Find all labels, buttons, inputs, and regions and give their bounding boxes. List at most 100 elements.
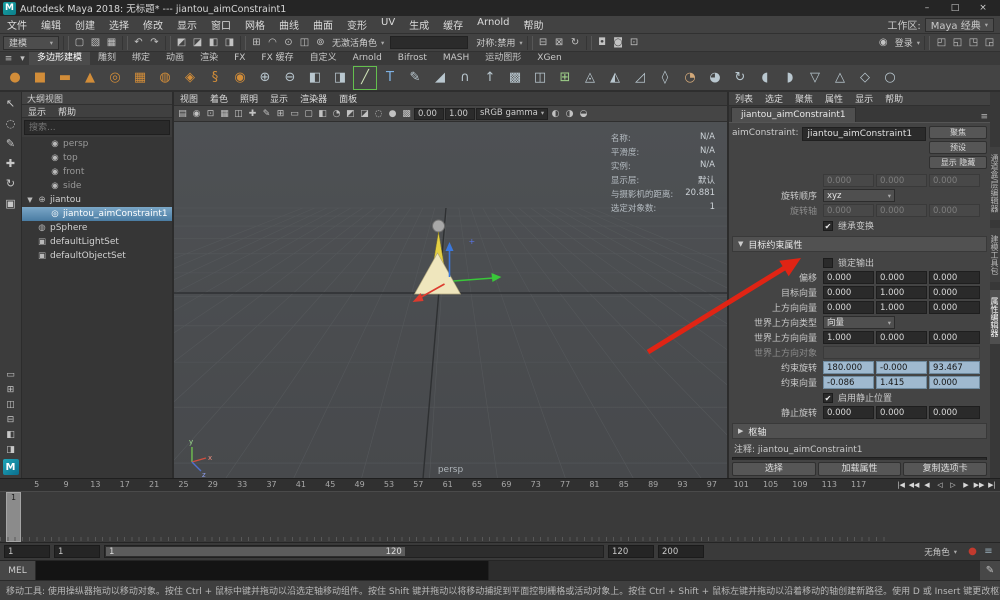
viewport-menu[interactable]: 视图 [174, 92, 204, 105]
shelf-tab[interactable]: 多边形建模 [29, 52, 90, 65]
menubar-item[interactable]: 缓存 [436, 17, 470, 32]
type-tool-icon[interactable]: T [378, 66, 402, 90]
smooth-icon[interactable]: ▩ [503, 66, 527, 90]
shelf-tab-options-icon[interactable]: ▾ [16, 52, 29, 65]
command-language-toggle[interactable]: MEL [0, 561, 36, 580]
shelf-menu-icon[interactable]: ≡ [2, 52, 15, 65]
playback-range-handle[interactable]: 1 120 [106, 547, 405, 556]
offset-edge-loop-icon[interactable]: ◿ [628, 66, 652, 90]
toggle-attribute-editor-panel-icon[interactable]: ◲ [982, 35, 997, 50]
grid-toggle-icon[interactable]: ⊞ [274, 107, 287, 120]
transform-numeric-input[interactable] [390, 36, 468, 49]
outliner-item[interactable]: ◉side [22, 179, 172, 193]
attribute-value-field[interactable]: -0.086 [823, 376, 874, 389]
reduce-icon[interactable]: ◕ [703, 66, 727, 90]
attribute-value-field[interactable]: 0.000 [929, 331, 980, 344]
outliner-item[interactable]: ◉front [22, 165, 172, 179]
safe-action-icon[interactable]: ◩ [344, 107, 357, 120]
menubar-item[interactable]: 变形 [340, 17, 374, 32]
attribute-value-field[interactable]: 0.000 [929, 376, 980, 389]
shelf-tab[interactable]: Arnold [345, 52, 390, 65]
resolution-gate-icon[interactable]: ▢ [302, 107, 315, 120]
append-polygon-icon[interactable]: ◊ [653, 66, 677, 90]
group-separator[interactable] [122, 36, 128, 50]
attribute-value-field[interactable]: 0.000 [823, 286, 874, 299]
output-connections-icon[interactable]: ⊠ [552, 35, 567, 50]
grease-pencil-icon[interactable]: ✎ [260, 107, 273, 120]
script-editor-icon[interactable]: ✎ [980, 561, 1000, 580]
view-transform-dropdown[interactable]: sRGB gamma ▾ [476, 108, 548, 120]
layout-single-pane-icon[interactable]: ▭ [2, 368, 19, 381]
construction-history-icon[interactable]: ↻ [568, 35, 583, 50]
bevel-icon[interactable]: ◢ [428, 66, 452, 90]
viewport-menu[interactable]: 渲染器 [294, 92, 333, 105]
step-back-frame-button[interactable]: ◀◀ [908, 481, 920, 489]
right-strip-tab[interactable]: 属性编辑器 [990, 290, 1000, 344]
shadows-toggle-icon[interactable]: ◑ [563, 107, 576, 120]
time-slider-body[interactable]: 1 [0, 491, 1000, 542]
safe-title-icon[interactable]: ◪ [358, 107, 371, 120]
expand-collapse-icon[interactable]: ▼ [26, 196, 34, 204]
field-chart-icon[interactable]: ◔ [330, 107, 343, 120]
node-name-field[interactable]: jiantou_aimConstraint1 [802, 127, 926, 141]
layout-outliner-persp-icon[interactable]: ◧ [2, 428, 19, 441]
select-hierarchy-icon[interactable]: ◩ [174, 35, 189, 50]
right-strip-tab[interactable]: 通道盒/层编辑器 [990, 147, 1000, 220]
textured-mode-icon[interactable]: ▩ [400, 107, 413, 120]
menubar-item[interactable]: Arnold [470, 17, 516, 32]
playback-start-field[interactable]: 1 [54, 545, 100, 558]
attribute-value-field[interactable]: 0.000 [876, 204, 927, 217]
ae-tab-list-icon[interactable]: ≡ [980, 112, 988, 122]
shelf-tab[interactable]: 运动图形 [477, 52, 529, 65]
attribute-value-field[interactable]: 0.000 [929, 204, 980, 217]
shelf-tab[interactable]: MASH [435, 52, 477, 65]
shelf-tab[interactable]: Bifrost [390, 52, 435, 65]
open-scene-icon[interactable]: ▧ [88, 35, 103, 50]
attribute-value-field[interactable]: 1.000 [876, 286, 927, 299]
outliner-item[interactable]: ◉top [22, 151, 172, 165]
shelf-tab[interactable]: 渲染 [192, 52, 226, 65]
spin-edge-icon[interactable]: ↻ [728, 66, 752, 90]
camera-attributes-icon[interactable]: ⊡ [204, 107, 217, 120]
ae-node-tab[interactable]: jiantou_aimConstraint1 [731, 107, 856, 122]
combine-icon[interactable]: ◧ [303, 66, 327, 90]
menubar-item[interactable]: 曲面 [306, 17, 340, 32]
lasso-select-tool-icon[interactable]: ◌ [2, 115, 19, 132]
attribute-editor-menu[interactable]: 属性 [819, 92, 849, 105]
time-slider[interactable]: 5913172125293337414549535761656973778185… [0, 478, 1000, 542]
poly-plane-icon[interactable]: ▦ [128, 66, 152, 90]
mirror-icon[interactable]: ◫ [528, 66, 552, 90]
gamma-field[interactable]: 1.00 [445, 108, 475, 120]
quadrangulate-icon[interactable]: △ [828, 66, 852, 90]
outliner-item[interactable]: ▣defaultObjectSet [22, 249, 172, 263]
ae-footer-button[interactable]: 选择 [732, 462, 816, 476]
poly-superellipse-icon[interactable]: ◉ [228, 66, 252, 90]
ae-side-button[interactable]: 聚焦 [929, 126, 987, 139]
attribute-value-field[interactable]: 0.000 [929, 271, 980, 284]
pencil-curve-icon[interactable]: ✎ [403, 66, 427, 90]
outliner-menu[interactable]: 显示 [22, 105, 52, 118]
viewport-menu[interactable]: 着色 [204, 92, 234, 105]
image-plane-icon[interactable]: ◫ [232, 107, 245, 120]
shelf-tab[interactable]: 动画 [158, 52, 192, 65]
attribute-dropdown[interactable]: 向量▾ [823, 316, 895, 329]
sign-in-button[interactable]: 登录 [893, 36, 915, 49]
snap-to-curve-icon[interactable]: ◠ [265, 35, 280, 50]
move-tool-icon[interactable]: ✚ [2, 155, 19, 172]
group-separator[interactable] [63, 36, 69, 50]
target-weld-icon[interactable]: ◬ [578, 66, 602, 90]
attribute-value-field[interactable]: 1.000 [823, 331, 874, 344]
select-tool-icon[interactable]: ↖ [2, 95, 19, 112]
active-character-label[interactable]: 无激活角色 [330, 36, 379, 49]
harden-edge-icon[interactable]: ○ [878, 66, 902, 90]
poly-helix-icon[interactable]: § [203, 66, 227, 90]
attribute-value-field[interactable]: 0.000 [929, 286, 980, 299]
attribute-value-field[interactable]: 0.000 [876, 331, 927, 344]
new-scene-icon[interactable]: ▢ [72, 35, 87, 50]
viewport-menu[interactable]: 显示 [264, 92, 294, 105]
symmetry-status-dropdown[interactable]: 对称:禁用 [474, 36, 517, 49]
attribute-section-header[interactable]: ▶枢轴 [732, 423, 987, 439]
attribute-value-field[interactable]: 0.000 [823, 271, 874, 284]
shelf-tab[interactable]: XGen [529, 52, 569, 65]
workspace-dropdown[interactable]: Maya 经典 ▾ [925, 18, 994, 32]
